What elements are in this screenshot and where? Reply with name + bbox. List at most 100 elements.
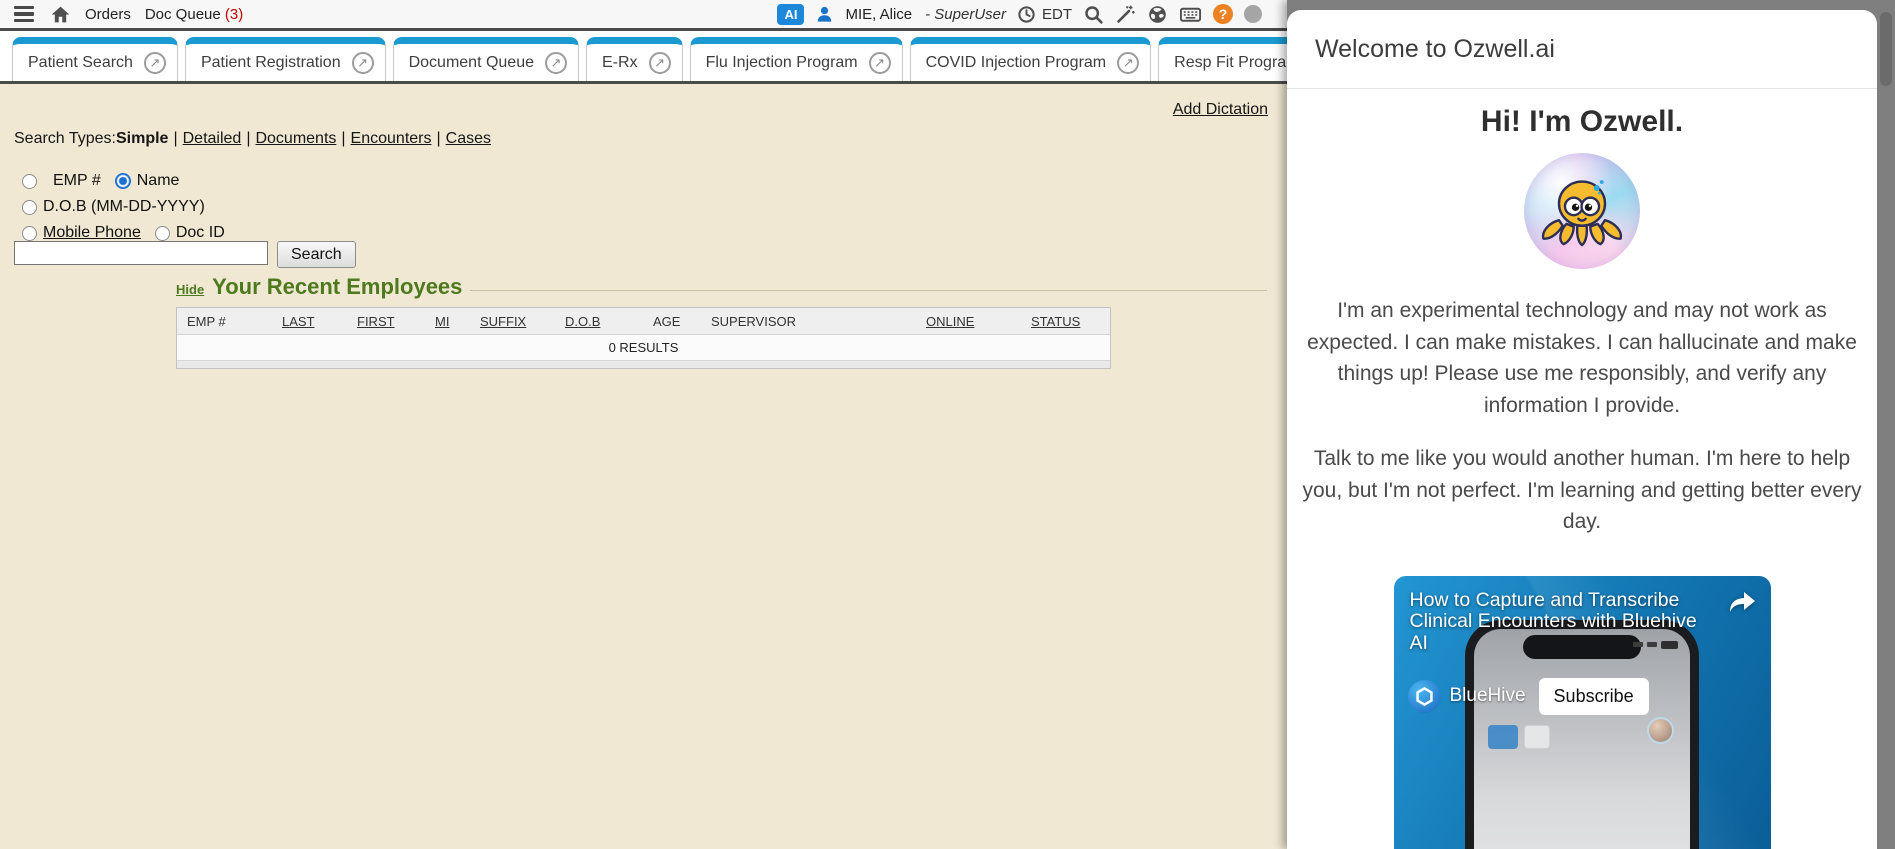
recent-employees-section: Hide Your Recent Employees EMP # LAST FI…: [176, 274, 1267, 369]
clock-icon[interactable]: [1017, 5, 1036, 24]
table-footer-strip: [177, 360, 1110, 368]
radio-name-label[interactable]: Name: [137, 172, 180, 190]
table-header-row: EMP # LAST FIRST MI SUFFIX D.O.B AGE SUP…: [177, 308, 1110, 335]
tab-label: Document Queue: [409, 54, 534, 72]
ozwell-panel-title: Welcome to Ozwell.ai: [1287, 10, 1877, 89]
tab-e-rx[interactable]: E-Rx: [586, 37, 683, 81]
empty-results-row: 0 RESULTS: [177, 335, 1110, 360]
tab-label: Resp Fit Program: [1174, 54, 1299, 72]
column-header-age: AGE: [653, 314, 711, 329]
timezone-label: EDT: [1042, 6, 1072, 23]
search-button[interactable]: Search: [277, 241, 356, 268]
search-type-documents[interactable]: Documents: [255, 130, 336, 147]
open-new-window-icon[interactable]: [869, 52, 891, 74]
search-types-bar: Search Types:Simple|Detailed|Documents|E…: [14, 130, 491, 148]
video-thumbnail[interactable]: How to Capture and Transcribe Clinical E…: [1394, 576, 1771, 849]
ozwell-greeting: Hi! I'm Ozwell.: [1481, 105, 1683, 139]
column-header-mi[interactable]: MI: [435, 314, 480, 329]
add-dictation-link[interactable]: Add Dictation: [1173, 101, 1268, 119]
doc-queue-count: (3): [225, 6, 243, 23]
recent-employees-table: EMP # LAST FIRST MI SUFFIX D.O.B AGE SUP…: [176, 307, 1111, 369]
hide-link[interactable]: Hide: [176, 282, 204, 297]
ozwell-disclaimer-paragraph: I'm an experimental technology and may n…: [1300, 295, 1865, 421]
radio-doc-id[interactable]: [155, 226, 170, 241]
tab-label: Patient Search: [28, 54, 133, 72]
open-new-window-icon[interactable]: [649, 52, 671, 74]
presence-indicator-icon[interactable]: [1244, 5, 1262, 23]
column-header-suffix[interactable]: SUFFIX: [480, 314, 565, 329]
search-input[interactable]: [14, 241, 268, 265]
magic-wand-icon[interactable]: [1115, 4, 1136, 25]
radio-emp-number-label[interactable]: EMP #: [53, 172, 101, 190]
ozwell-octopus-avatar: [1524, 153, 1640, 269]
tab-flu-injection-program[interactable]: Flu Injection Program: [690, 37, 903, 81]
tab-covid-injection-program[interactable]: COVID Injection Program: [910, 37, 1152, 81]
breadcrumb-orders[interactable]: Orders: [85, 6, 131, 23]
radio-mobile-phone-label[interactable]: Mobile Phone: [43, 224, 141, 242]
column-header-emp: EMP #: [187, 314, 282, 329]
video-title: How to Capture and Transcribe Clinical E…: [1410, 590, 1705, 655]
search-type-detailed[interactable]: Detailed: [183, 130, 242, 147]
phone-user-avatar: [1647, 717, 1674, 744]
user-name: MIE, Alice: [845, 6, 912, 23]
column-header-online[interactable]: ONLINE: [926, 314, 1031, 329]
search-icon[interactable]: [1083, 4, 1104, 25]
share-icon[interactable]: [1728, 590, 1758, 614]
radio-mobile-phone[interactable]: [22, 226, 37, 241]
separator: |: [341, 130, 345, 147]
search-type-encounters[interactable]: Encounters: [351, 130, 432, 147]
phone-menu-button: [1488, 725, 1518, 749]
home-icon[interactable]: [50, 4, 71, 25]
octopus-icon: [1536, 165, 1628, 257]
column-header-last[interactable]: LAST: [282, 314, 357, 329]
search-types-label: Search Types:: [14, 130, 116, 147]
tab-label: COVID Injection Program: [926, 54, 1107, 72]
open-new-window-icon[interactable]: [1117, 52, 1139, 74]
scrollbar-thumb[interactable]: [1880, 12, 1892, 86]
column-header-dob[interactable]: D.O.B: [565, 314, 653, 329]
subscribe-button[interactable]: Subscribe: [1539, 678, 1649, 715]
search-type-simple[interactable]: Simple: [116, 130, 168, 147]
recent-employees-title: Your Recent Employees: [212, 274, 462, 300]
channel-name[interactable]: BlueHive: [1450, 685, 1526, 707]
menu-icon[interactable]: [12, 4, 36, 24]
breadcrumb-doc-queue[interactable]: Doc Queue (3): [145, 6, 243, 23]
column-header-first[interactable]: FIRST: [357, 314, 435, 329]
open-new-window-icon[interactable]: [545, 52, 567, 74]
radio-dob[interactable]: [22, 200, 37, 215]
search-row: Search: [14, 241, 356, 268]
tab-label: Patient Registration: [201, 54, 341, 72]
radio-name[interactable]: [115, 173, 131, 189]
radio-emp-number[interactable]: [22, 174, 37, 189]
search-by-radio-group: EMP # Name D.O.B (MM-DD-YYYY) Mobile Pho…: [22, 168, 239, 246]
search-type-cases[interactable]: Cases: [446, 130, 491, 147]
column-header-supervisor: SUPERVISOR: [711, 314, 926, 329]
user-role: - SuperUser: [925, 6, 1006, 23]
user-icon[interactable]: [815, 5, 834, 24]
separator: |: [173, 130, 177, 147]
tab-patient-registration[interactable]: Patient Registration: [185, 37, 386, 81]
separator: |: [436, 130, 440, 147]
doc-queue-label: Doc Queue: [145, 6, 221, 23]
tab-document-queue[interactable]: Document Queue: [393, 37, 579, 81]
ai-badge[interactable]: AI: [777, 4, 804, 25]
ozwell-advice-paragraph: Talk to me like you would another human.…: [1300, 443, 1865, 538]
tab-label: Flu Injection Program: [706, 54, 858, 72]
help-icon[interactable]: ?: [1213, 4, 1233, 24]
radio-dob-label[interactable]: D.O.B (MM-DD-YYYY): [43, 198, 205, 216]
keyboard-icon[interactable]: [1179, 3, 1202, 26]
ozwell-panel: Welcome to Ozwell.ai Hi! I'm Ozwell.: [1287, 10, 1877, 849]
channel-row: BlueHive Subscribe: [1408, 678, 1649, 715]
phone-settings-button: [1524, 725, 1550, 749]
open-new-window-icon[interactable]: [352, 52, 374, 74]
tab-patient-search[interactable]: Patient Search: [12, 37, 178, 81]
tab-label: E-Rx: [602, 54, 638, 72]
radio-doc-id-label[interactable]: Doc ID: [176, 224, 225, 242]
bluehive-channel-avatar[interactable]: [1408, 680, 1441, 713]
globe-icon[interactable]: [1147, 4, 1168, 25]
separator: |: [246, 130, 250, 147]
column-header-status[interactable]: STATUS: [1031, 314, 1111, 329]
ozwell-panel-backdrop: Welcome to Ozwell.ai Hi! I'm Ozwell.: [1287, 0, 1895, 849]
divider: [470, 290, 1267, 291]
open-new-window-icon[interactable]: [144, 52, 166, 74]
